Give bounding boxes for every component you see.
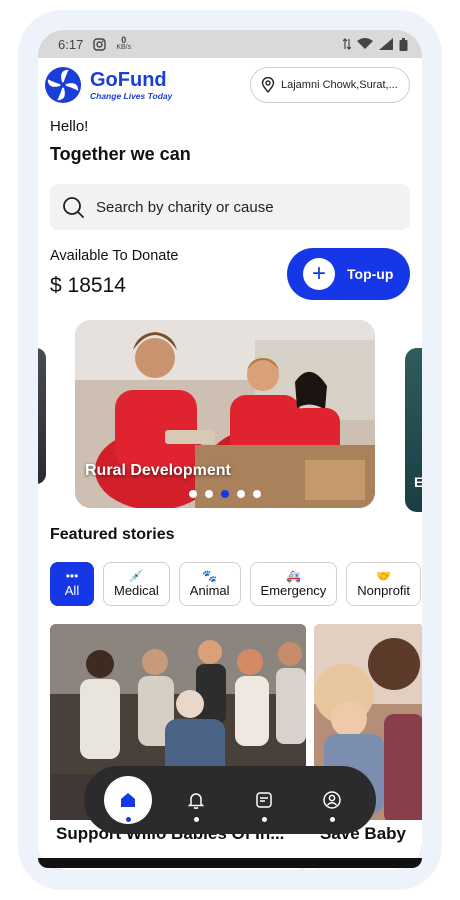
chip-label: All [64,583,80,598]
gofund-logo-icon [44,66,82,104]
chip-label: Emergency [260,583,327,598]
bottom-navigation [84,766,376,834]
topup-label: Top-up [347,266,394,282]
nav-notifications[interactable] [172,776,220,824]
carousel-dot[interactable] [253,490,261,498]
bell-icon [187,793,205,809]
carousel-dot[interactable] [189,490,197,498]
user-icon [323,791,341,809]
note-icon [256,792,272,808]
location-text: Lajamni Chowk,Surat,... [281,79,398,91]
data-arrows-icon [343,38,351,50]
category-chip-animal[interactable]: 🐾 Animal [178,562,241,606]
greeting-hello: Hello! [50,118,89,135]
carousel-dot[interactable] [237,490,245,498]
app-header: GoFund Change Lives Today Lajamni Chowk,… [44,64,416,106]
slide-title: Rural Development [85,462,231,479]
carousel-dot-active[interactable] [221,490,229,498]
status-bar: 6:17 0 KB/s [38,30,422,58]
brand: GoFund Change Lives Today [90,69,172,101]
campaign-carousel[interactable]: Rural Development E [38,320,422,512]
brand-name: GoFund [90,69,167,91]
search-bar[interactable]: Search by charity or cause [50,184,410,230]
data-rate: 0 KB/s [116,35,132,52]
nav-dot [193,817,199,822]
wifi-icon [357,38,373,49]
nav-active-dot [125,817,131,822]
carousel-slide-next[interactable]: E [405,348,422,512]
chip-label: Nonprofit [357,583,411,598]
device-bottom-bar [38,858,422,868]
status-time: 6:17 [58,36,84,52]
brand-tagline: Change Lives Today [90,91,173,101]
handshake-icon: 🤝 [376,569,392,583]
chip-label: Medical [114,583,159,598]
carousel-slide-prev[interactable] [38,348,46,484]
nav-profile[interactable] [308,776,356,824]
topup-button[interactable]: + Top-up [287,248,410,300]
carousel-pagination [75,490,375,498]
search-icon [63,197,84,218]
nav-notes[interactable] [240,776,288,824]
signal-icon [379,38,393,50]
paw-icon: 🐾 [202,569,218,583]
category-chip-medical[interactable]: 💉 Medical [103,562,170,606]
ambulance-icon: 🚑 [285,569,301,583]
available-label: Available To Donate [50,248,179,264]
app-screen: 6:17 0 KB/s GoFund Change Lives Today La… [38,30,422,870]
category-chip-emergency[interactable]: 🚑 Emergency [249,562,338,606]
nav-dot [329,817,335,822]
nav-home[interactable] [104,776,152,824]
featured-stories-title: Featured stories [50,526,175,543]
available-amount: $ 18514 [50,274,126,297]
search-input[interactable]: Search by charity or cause [96,199,274,216]
carousel-dot[interactable] [205,490,213,498]
home-icon [121,793,135,807]
more-dots-icon: ••• [65,569,79,583]
nav-dot [261,817,267,822]
category-filter: ••• All 💉 Medical 🐾 Animal 🚑 Emergency 🤝… [50,562,422,608]
category-chip-all[interactable]: ••• All [50,562,94,606]
syringe-icon: 💉 [128,569,144,583]
instagram-icon [93,37,107,51]
location-selector[interactable]: Lajamni Chowk,Surat,... [250,67,410,103]
location-pin-icon [261,77,275,93]
greeting-tagline: Together we can [50,144,191,164]
battery-icon [399,37,408,51]
category-chip-nonprofit[interactable]: 🤝 Nonprofit [346,562,422,606]
carousel-slide-active[interactable]: Rural Development [75,320,375,508]
chip-label: Animal [189,583,230,598]
next-slide-title: E [414,474,422,490]
plus-icon: + [303,258,335,290]
